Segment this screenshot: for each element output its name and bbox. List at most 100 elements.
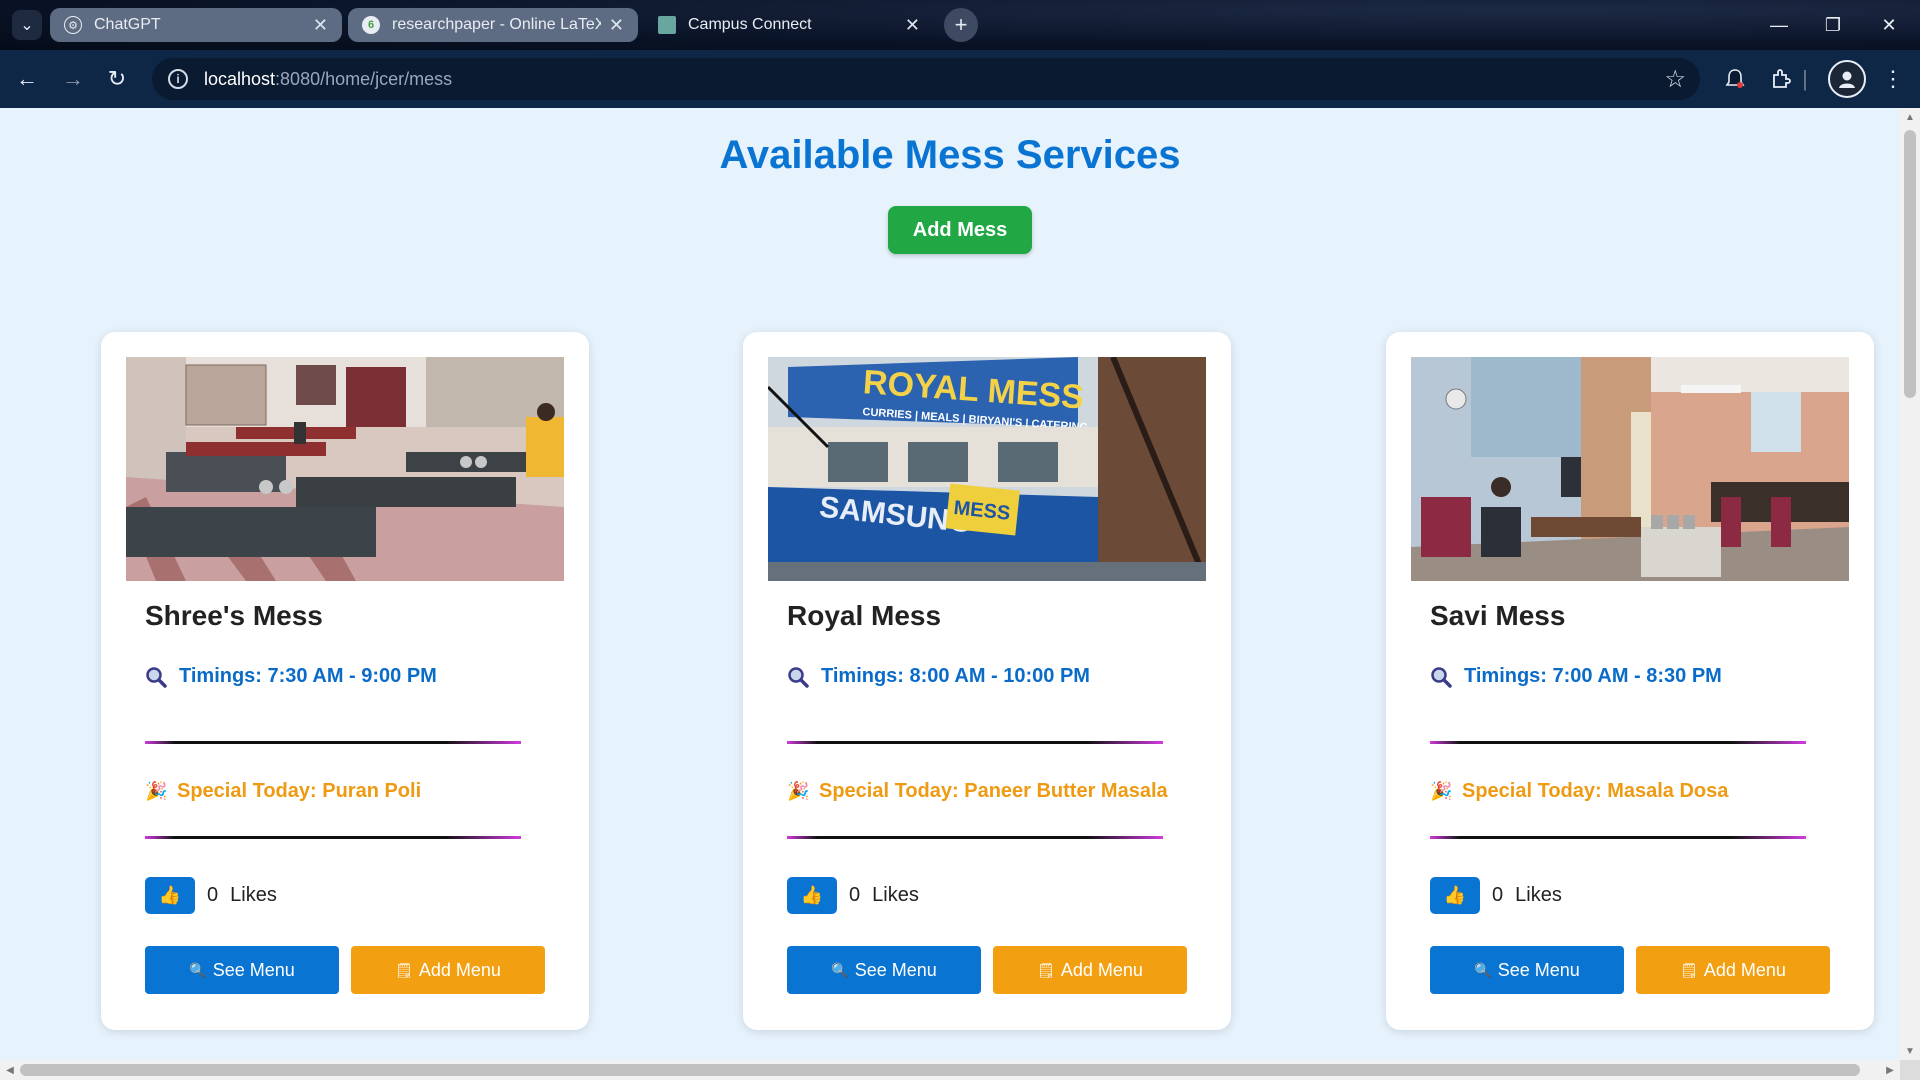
mess-timings: Timings: 7:30 AM - 9:00 PM — [145, 665, 437, 688]
horizontal-scroll-thumb[interactable] — [20, 1064, 1860, 1076]
mess-timings: Timings: 8:00 AM - 10:00 PM — [787, 665, 1090, 688]
tab-search-button[interactable]: ⌄ — [12, 10, 42, 40]
like-label: Likes — [1515, 884, 1562, 906]
add-menu-button[interactable]: 🗒 Add Menu — [993, 946, 1187, 994]
like-button[interactable]: 👍 — [145, 877, 195, 914]
browser-toolbar: ← → ↻ i localhost:8080/home/jcer/mess ☆ … — [0, 50, 1920, 108]
see-menu-label: See Menu — [854, 959, 937, 980]
timings-text: Timings: 7:30 AM - 9:00 PM — [179, 665, 437, 687]
page-title: Available Mess Services — [719, 133, 1181, 177]
address-bar[interactable]: i localhost:8080/home/jcer/mess ☆ — [152, 58, 1700, 100]
see-menu-button[interactable]: 🔍 See Menu — [1430, 946, 1624, 994]
mess-card-shrees: Shree's Mess Timings: 7:30 AM - 9:00 PM … — [101, 332, 589, 1030]
see-menu-button[interactable]: 🔍 See Menu — [787, 946, 981, 994]
scroll-down-arrow-icon[interactable]: ▼ — [1900, 1042, 1920, 1060]
add-menu-button[interactable]: 🗒 Add Menu — [1636, 946, 1830, 994]
mess-special: 🎉 Special Today: Puran Poli — [145, 780, 421, 803]
notepad-icon: 🗒 — [1037, 961, 1055, 978]
mess-card-royal: ROYAL MESS CURRIES | MEALS | BIRYANI'S |… — [743, 332, 1231, 1030]
chatgpt-icon: ⚙ — [64, 16, 82, 34]
add-menu-label: Add Menu — [1060, 959, 1143, 980]
likes-row: 👍 0 Likes — [145, 877, 277, 914]
special-text: Special Today: Masala Dosa — [1462, 780, 1729, 802]
tab-chatgpt[interactable]: ⚙ ChatGPT ✕ — [50, 8, 342, 42]
tab-bar: ⌄ ⚙ ChatGPT ✕ 6 researchpaper - Online L… — [0, 0, 1920, 50]
profile-avatar[interactable] — [1828, 60, 1866, 98]
like-label: Likes — [872, 884, 919, 906]
magnifier-icon — [146, 666, 167, 688]
notepad-icon: 🗒 — [1680, 961, 1698, 978]
url-path: :8080/home/jcer/mess — [275, 68, 453, 89]
mess-special: 🎉 Special Today: Paneer Butter Masala — [787, 780, 1168, 803]
close-tab-icon[interactable]: ✕ — [905, 15, 920, 36]
mess-special: 🎉 Special Today: Masala Dosa — [1430, 780, 1728, 803]
overleaf-icon: 6 — [362, 16, 380, 34]
back-icon[interactable]: ← — [10, 62, 44, 96]
scroll-left-arrow-icon[interactable]: ◀ — [0, 1060, 20, 1080]
likes-row: 👍 0 Likes — [1430, 877, 1562, 914]
party-popper-icon: 🎉 — [1430, 780, 1453, 801]
party-popper-icon: 🎉 — [787, 780, 810, 801]
close-tab-icon[interactable]: ✕ — [313, 15, 328, 36]
tab-title: researchpaper - Online LaTeX E — [392, 16, 601, 33]
mess-timings: Timings: 7:00 AM - 8:30 PM — [1430, 665, 1722, 688]
like-label: Likes — [230, 884, 277, 906]
add-menu-button[interactable]: 🗒 Add Menu — [351, 946, 545, 994]
see-menu-button[interactable]: 🔍 See Menu — [145, 946, 339, 994]
url-host: localhost — [204, 68, 276, 89]
tab-campus-connect[interactable]: Campus Connect ✕ — [644, 8, 934, 42]
minimize-icon[interactable]: — — [1756, 8, 1802, 42]
close-tab-icon[interactable]: ✕ — [609, 15, 624, 36]
mess-photo: ROYAL MESS CURRIES | MEALS | BIRYANI'S |… — [768, 357, 1206, 581]
search-icon: 🔍 — [1474, 961, 1492, 978]
like-count: 0 — [1492, 884, 1504, 906]
divider — [787, 741, 1163, 744]
thumbs-up-icon: 👍 — [800, 885, 824, 905]
scroll-right-arrow-icon[interactable]: ▶ — [1880, 1060, 1900, 1080]
search-icon: 🔍 — [831, 961, 849, 978]
like-button[interactable]: 👍 — [787, 877, 837, 914]
like-button[interactable]: 👍 — [1430, 877, 1480, 914]
timings-text: Timings: 8:00 AM - 10:00 PM — [821, 665, 1090, 687]
add-menu-label: Add Menu — [418, 959, 501, 980]
like-count: 0 — [207, 884, 219, 906]
bell-icon[interactable] — [1718, 62, 1752, 96]
close-window-icon[interactable]: ✕ — [1866, 8, 1912, 42]
add-mess-button[interactable]: Add Mess — [888, 206, 1032, 254]
horizontal-scrollbar[interactable]: ◀ ▶ — [0, 1060, 1900, 1080]
reload-icon[interactable]: ↻ — [100, 62, 134, 96]
mess-photo — [1411, 357, 1849, 581]
see-menu-label: See Menu — [1497, 959, 1580, 980]
mess-photo — [126, 357, 564, 581]
divider — [1430, 741, 1806, 744]
divider — [145, 741, 521, 744]
special-text: Special Today: Paneer Butter Masala — [819, 780, 1168, 802]
tab-title: Campus Connect — [688, 16, 812, 33]
thumbs-up-icon: 👍 — [158, 885, 182, 905]
like-count: 0 — [849, 884, 861, 906]
bookmark-star-icon[interactable]: ☆ — [1664, 65, 1686, 94]
restore-icon[interactable]: ❐ — [1810, 8, 1856, 42]
page-viewport: Available Mess Services Add Mess Shree's… — [0, 108, 1900, 1060]
campus-connect-icon — [658, 16, 676, 34]
tab-title: ChatGPT — [94, 16, 161, 33]
divider — [787, 836, 1163, 839]
tab-researchpaper[interactable]: 6 researchpaper - Online LaTeX E ✕ — [348, 8, 638, 42]
mess-name: Shree's Mess — [145, 600, 323, 631]
site-info-icon[interactable]: i — [168, 69, 188, 89]
forward-icon[interactable]: → — [56, 62, 90, 96]
new-tab-button[interactable]: + — [944, 8, 978, 42]
magnifier-icon — [1431, 666, 1452, 688]
notepad-icon: 🗒 — [395, 961, 413, 978]
special-text: Special Today: Puran Poli — [177, 780, 422, 802]
see-menu-label: See Menu — [212, 959, 295, 980]
extensions-icon[interactable] — [1764, 62, 1798, 96]
more-menu-icon[interactable]: ⋮ — [1876, 62, 1910, 96]
magnifier-icon — [788, 666, 809, 688]
likes-row: 👍 0 Likes — [787, 877, 919, 914]
vertical-scrollbar[interactable]: ▲ ▼ — [1900, 108, 1920, 1060]
vertical-scroll-thumb[interactable] — [1904, 130, 1916, 398]
add-menu-label: Add Menu — [1703, 959, 1786, 980]
thumbs-up-icon: 👍 — [1443, 885, 1467, 905]
scroll-up-arrow-icon[interactable]: ▲ — [1900, 108, 1920, 126]
